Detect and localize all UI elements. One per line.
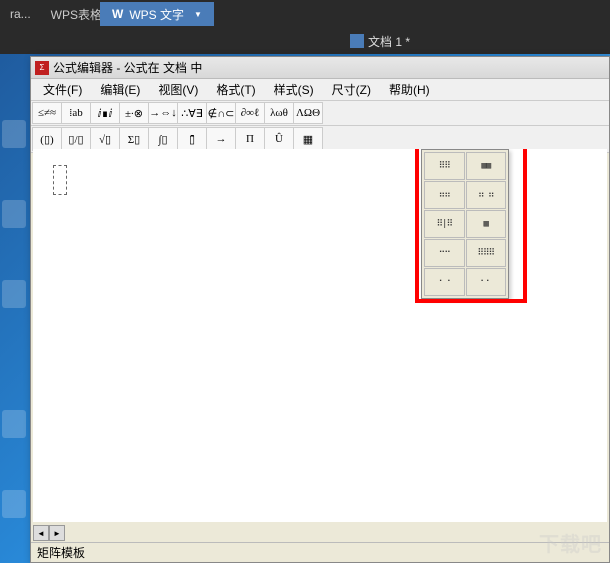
taskbar-app-trunc: ra... xyxy=(4,5,37,23)
hat-btn[interactable]: Û xyxy=(264,127,294,151)
set-btn[interactable]: ∉∩⊂ xyxy=(206,102,236,124)
frac-btn[interactable]: ▯/▯ xyxy=(61,127,91,151)
desktop-icon[interactable] xyxy=(2,200,26,228)
matrix-option[interactable]: ▦▦ xyxy=(466,152,507,180)
app-icon: Σ xyxy=(35,61,49,75)
logical-btn[interactable]: ∴∀∃ xyxy=(177,102,207,124)
wps-icon: W xyxy=(112,7,123,21)
menu-bar: 文件(F) 编辑(E) 视图(V) 格式(T) 样式(S) 尺寸(Z) 帮助(H… xyxy=(31,79,609,101)
scroll-left-btn[interactable]: ◄ xyxy=(33,525,49,541)
misc-btn[interactable]: ∂∞ℓ xyxy=(235,102,265,124)
integral-btn[interactable]: ∫▯ xyxy=(148,127,178,151)
menu-file[interactable]: 文件(F) xyxy=(35,79,90,100)
desktop-icon[interactable] xyxy=(2,280,26,308)
desktop-icon[interactable] xyxy=(2,410,26,438)
matrix-btn[interactable]: ▦ xyxy=(293,127,323,151)
matrix-option[interactable]: ⠂⠂ xyxy=(466,268,507,296)
system-taskbar: ra... WPS表格 xyxy=(0,0,610,28)
greek-upper-btn[interactable]: ΛΩΘ xyxy=(293,102,323,124)
sum-btn[interactable]: Σ▯ xyxy=(119,127,149,151)
menu-edit[interactable]: 编辑(E) xyxy=(92,79,148,100)
root-btn[interactable]: √▯ xyxy=(90,127,120,151)
prod-btn[interactable]: Π xyxy=(235,127,265,151)
matrix-option[interactable]: ⠒⠒ xyxy=(424,239,465,267)
horizontal-scrollbar[interactable]: ◄ ► xyxy=(33,524,607,542)
greek-lower-btn[interactable]: λωθ xyxy=(264,102,294,124)
matrix-option[interactable]: ⠂⠐ xyxy=(424,268,465,296)
wps-word-tab[interactable]: W WPS 文字 xyxy=(100,2,214,26)
relations-btn[interactable]: ≤≠≈ xyxy=(32,102,62,124)
menu-size[interactable]: 尺寸(Z) xyxy=(324,79,379,100)
spaces-btn[interactable]: ⁞ab xyxy=(61,102,91,124)
taskbar-app[interactable]: WPS表格 xyxy=(45,4,108,25)
wps-tab-bar: W WPS 文字 文档 1 * xyxy=(0,28,610,54)
arrows-btn[interactable]: →⇔↓ xyxy=(148,102,178,124)
desktop-icon[interactable] xyxy=(2,490,26,518)
operators-btn[interactable]: ±∙⊗ xyxy=(119,102,149,124)
doc-tab-label: 文档 1 * xyxy=(368,33,410,50)
matrix-option[interactable]: ⠶ ⠶ xyxy=(466,181,507,209)
arrow-over-btn[interactable]: → xyxy=(206,127,236,151)
menu-format[interactable]: 格式(T) xyxy=(208,79,263,100)
matrix-option[interactable]: ⠶⠶ xyxy=(424,181,465,209)
window-title: 公式编辑器 - 公式在 文档 中 xyxy=(53,59,202,76)
status-bar: 矩阵模板 xyxy=(31,542,609,562)
doc-icon xyxy=(350,34,364,48)
menu-view[interactable]: 视图(V) xyxy=(150,79,206,100)
matrix-option[interactable]: ⠿⠿ xyxy=(424,152,465,180)
matrix-option[interactable]: ⠿⠿⠿ xyxy=(466,239,507,267)
matrix-option[interactable]: ⠿|⠿ xyxy=(424,210,465,238)
fence-btn[interactable]: (▯) xyxy=(32,127,62,151)
symbol-toolbar: ≤≠≈ ⁞ab ⅈ∎ⅈ ±∙⊗ →⇔↓ ∴∀∃ ∉∩⊂ ∂∞ℓ λωθ ΛΩΘ xyxy=(31,101,609,126)
bar-btn[interactable]: ▯̄ xyxy=(177,127,207,151)
equation-editor-window: Σ 公式编辑器 - 公式在 文档 中 文件(F) 编辑(E) 视图(V) 格式(… xyxy=(30,56,610,563)
matrix-option[interactable]: ▦ xyxy=(466,210,507,238)
desktop-icon[interactable] xyxy=(2,120,26,148)
matrix-template-palette: ⠿⠿ ▦▦ ⠶⠶ ⠶ ⠶ ⠿|⠿ ▦ ⠒⠒ ⠿⠿⠿ ⠂⠐ ⠂⠂ xyxy=(421,149,509,299)
wps-tab-label: WPS 文字 xyxy=(129,6,184,23)
menu-help[interactable]: 帮助(H) xyxy=(381,79,438,100)
status-text: 矩阵模板 xyxy=(37,544,85,561)
equation-canvas[interactable]: ⠿⠿ ▦▦ ⠶⠶ ⠶ ⠶ ⠿|⠿ ▦ ⠒⠒ ⠿⠿⠿ ⠂⠐ ⠂⠂ xyxy=(33,149,607,522)
document-tab[interactable]: 文档 1 * xyxy=(350,33,410,50)
equation-cursor[interactable] xyxy=(53,165,67,195)
title-bar[interactable]: Σ 公式编辑器 - 公式在 文档 中 xyxy=(31,57,609,79)
watermark: 下载吧 xyxy=(539,528,602,557)
menu-style[interactable]: 样式(S) xyxy=(266,79,322,100)
embellish-btn[interactable]: ⅈ∎ⅈ xyxy=(90,102,120,124)
scroll-right-btn[interactable]: ► xyxy=(49,525,65,541)
